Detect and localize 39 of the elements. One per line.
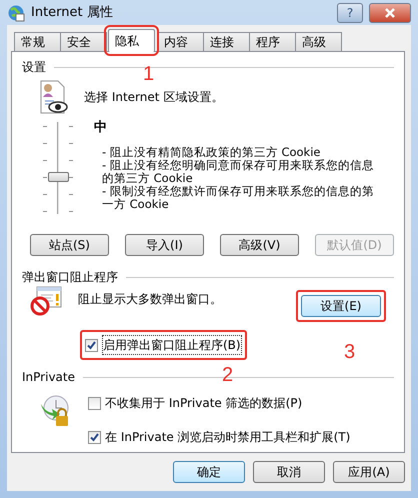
globe-icon xyxy=(7,4,25,22)
annotation-number: 2 xyxy=(222,365,234,385)
description-text: - 阻止没有精简隐私政策的第三方 Cookie xyxy=(102,146,322,158)
checkbox[interactable] xyxy=(88,396,101,410)
checkbox[interactable] xyxy=(85,338,98,352)
dialog-button[interactable]: 导入(I) xyxy=(125,234,204,256)
blocked-window-icon xyxy=(30,286,62,316)
level-name: 中 xyxy=(94,119,108,137)
dialog-button[interactable]: 应用(A) xyxy=(333,461,405,483)
close-button[interactable] xyxy=(369,2,411,22)
annotation-number: 1 xyxy=(143,64,154,84)
annotation-number: 3 xyxy=(344,342,356,362)
tab[interactable]: 安全 xyxy=(60,32,107,51)
checkbox-label: 在 InPrivate 浏览启动时禁用工具栏和扩展(T) xyxy=(105,429,350,446)
checkbox-label: 启用弹出窗口阻止程序(B) xyxy=(102,335,242,355)
dialog-button[interactable]: 高级(V) xyxy=(220,234,299,256)
checkbox-label: 不收集用于 InPrivate 筛选的数据(P) xyxy=(105,395,302,412)
group-heading: 设置 xyxy=(22,59,46,76)
dialog-button[interactable]: 确定 xyxy=(173,461,245,483)
group-heading: 弹出窗口阻止程序 xyxy=(22,269,118,286)
checkbox[interactable] xyxy=(88,430,101,444)
dialog-button[interactable]: 取消 xyxy=(253,461,325,483)
tab[interactable]: 连接 xyxy=(203,32,250,51)
tab[interactable]: 常规 xyxy=(14,32,61,51)
help-button[interactable]: ? xyxy=(337,2,363,22)
group-heading: InPrivate xyxy=(22,369,75,386)
popup-text: 阻止显示大多数弹出窗口。 xyxy=(78,291,223,308)
description-text: - 限制没有经您默许而保存可用来联系您的信息的第一方 Cookie xyxy=(102,184,375,210)
close-icon xyxy=(385,8,395,18)
settings-button[interactable]: 设置(E) xyxy=(301,295,381,317)
prompt-text: 选择 Internet 区域设置。 xyxy=(84,89,224,106)
description-text: - 阻止没有经您明确同意而保存可用来联系您的信息的第三方 Cookie xyxy=(102,158,375,184)
tab[interactable]: 程序 xyxy=(249,32,296,51)
tab[interactable]: 高级 xyxy=(295,32,342,51)
document-eye-icon xyxy=(38,80,68,114)
slider-thumb[interactable] xyxy=(48,172,69,182)
tab[interactable]: 内容 xyxy=(157,32,204,51)
window-title: Internet 属性 xyxy=(31,4,114,22)
dialog-button[interactable]: 站点(S) xyxy=(30,234,109,256)
